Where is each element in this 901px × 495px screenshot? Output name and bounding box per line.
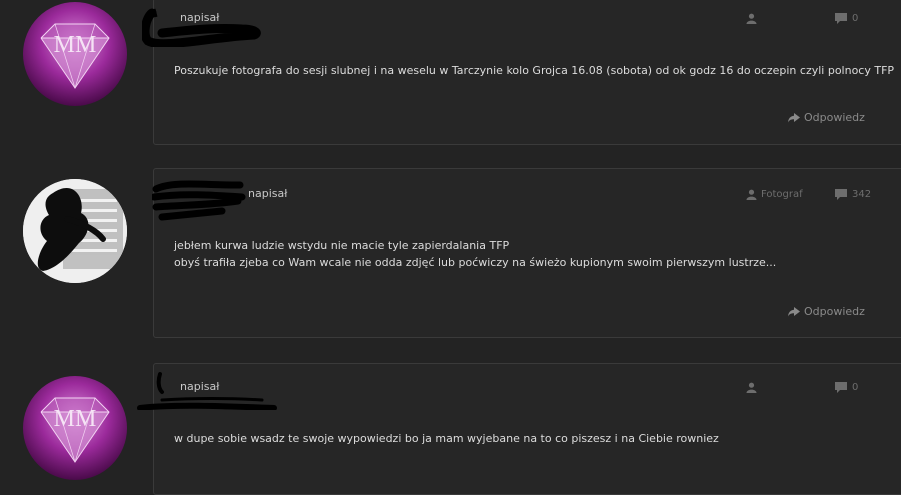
comment-icon xyxy=(835,13,847,24)
post-count-value: 0 xyxy=(852,382,859,393)
reply-label: Odpowiedz xyxy=(804,111,865,124)
avatar[interactable]: MM xyxy=(23,2,127,106)
avatar[interactable] xyxy=(23,179,127,283)
message-line: w dupe sobie wsadz te swoje wypowiedzi b… xyxy=(174,432,719,445)
message-line: obyś trafiła zjeba co Wam wcale nie odda… xyxy=(174,256,777,269)
author-role xyxy=(746,13,761,24)
post-count-value: 342 xyxy=(852,189,872,200)
post-count: 0 xyxy=(835,382,858,393)
message-line: Poszukuje fotografa do sesji slubnej i n… xyxy=(174,64,895,77)
author-role: Fotograf xyxy=(746,189,803,200)
user-icon xyxy=(746,189,757,200)
post-message: Poszukuje fotografa do sesji slubnej i n… xyxy=(174,62,894,79)
comment-icon xyxy=(835,382,847,393)
user-icon xyxy=(746,382,757,393)
post-card: napisał 0 w dupe sobie wsadz te swoje wy… xyxy=(137,363,901,495)
message-line: jebłem kurwa ludzie wstydu nie macie tyl… xyxy=(174,239,510,252)
forum-post: napisał Fotograf 342 jebłem kurwa ludzie… xyxy=(0,165,901,345)
author-suffix: napisał xyxy=(180,380,220,393)
post-count: 0 xyxy=(835,13,858,24)
avatar[interactable]: MM xyxy=(23,376,127,480)
reply-arrow-icon xyxy=(788,112,800,122)
post-message: w dupe sobie wsadz te swoje wypowiedzi b… xyxy=(174,430,719,447)
author-role xyxy=(746,382,761,393)
forum-post: MM napisał 0 Poszukuje fotografa do sesj… xyxy=(0,0,901,150)
reply-label: Odpowiedz xyxy=(804,305,865,318)
post-message: jebłem kurwa ludzie wstydu nie macie tyl… xyxy=(174,237,776,271)
reply-button[interactable]: Odpowiedz xyxy=(788,111,865,124)
forum-post: MM napisał 0 w dupe sobie wsadz te swoje… xyxy=(0,360,901,495)
author-suffix: napisał xyxy=(180,11,220,24)
reply-button[interactable]: Odpowiedz xyxy=(788,305,865,318)
post-card: napisał 0 Poszukuje fotografa do sesji s… xyxy=(142,0,901,145)
diamond-avatar-icon: MM xyxy=(23,2,127,106)
user-icon xyxy=(746,13,757,24)
avatar-monogram: MM xyxy=(54,406,97,432)
post-card: napisał Fotograf 342 jebłem kurwa ludzie… xyxy=(152,168,901,338)
comment-icon xyxy=(835,189,847,200)
avatar-monogram: MM xyxy=(54,32,97,58)
diamond-avatar-icon: MM xyxy=(23,376,127,480)
post-count: 342 xyxy=(835,189,871,200)
post-count-value: 0 xyxy=(852,13,859,24)
redacted-author-scribble xyxy=(152,180,246,221)
photo-avatar-icon xyxy=(23,179,127,283)
author-suffix: napisał xyxy=(248,187,288,200)
reply-arrow-icon xyxy=(788,306,800,316)
role-label: Fotograf xyxy=(761,189,803,200)
